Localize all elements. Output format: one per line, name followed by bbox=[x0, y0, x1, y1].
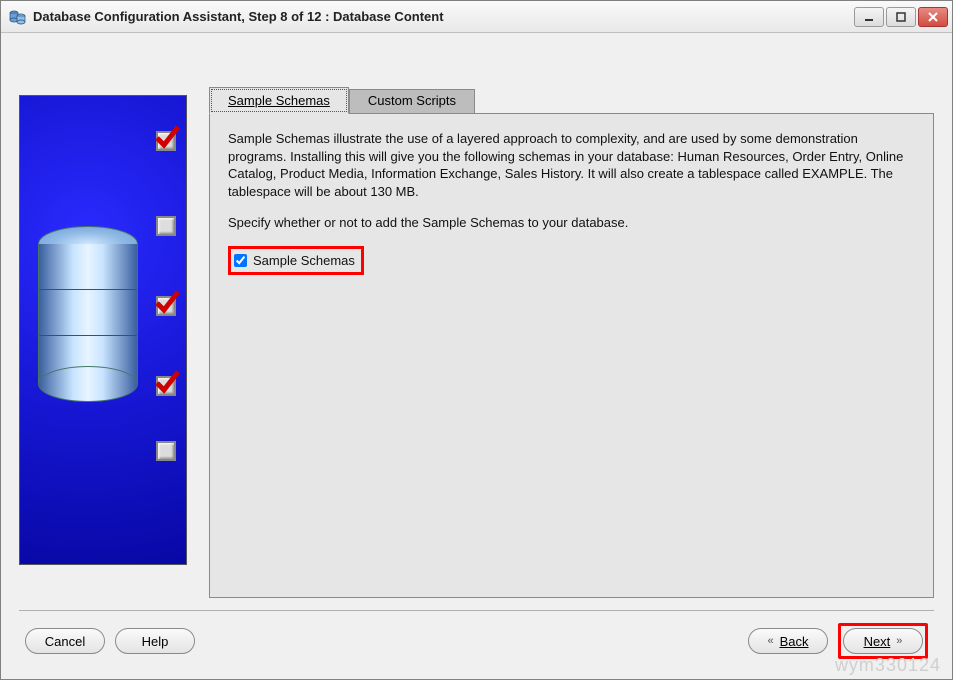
button-label: Cancel bbox=[45, 634, 85, 649]
tab-sample-schemas[interactable]: Sample Schemas bbox=[209, 87, 349, 114]
main-area: Sample Schemas Custom Scripts Sample Sch… bbox=[209, 87, 934, 598]
chevron-right-icon: » bbox=[896, 635, 902, 647]
content-row: Sample Schemas Custom Scripts Sample Sch… bbox=[19, 47, 934, 598]
dialog-window: Database Configuration Assistant, Step 8… bbox=[0, 0, 953, 680]
window-title: Database Configuration Assistant, Step 8… bbox=[33, 9, 854, 24]
next-button[interactable]: Next » bbox=[843, 628, 923, 654]
tab-custom-scripts[interactable]: Custom Scripts bbox=[349, 89, 475, 114]
step-indicator-2 bbox=[156, 216, 176, 236]
window-controls bbox=[854, 7, 948, 27]
checkbox-label: Sample Schemas bbox=[253, 252, 355, 270]
checkmark-icon bbox=[154, 124, 180, 150]
help-button[interactable]: Help bbox=[115, 628, 195, 654]
footer: Cancel Help « Back Next » wym330124 bbox=[19, 621, 934, 669]
app-icon bbox=[9, 8, 27, 26]
button-label: Help bbox=[142, 634, 169, 649]
sample-schemas-checkbox-wrap[interactable]: Sample Schemas bbox=[228, 246, 364, 276]
description-text: Sample Schemas illustrate the use of a l… bbox=[228, 130, 915, 200]
button-label: Back bbox=[780, 634, 809, 649]
footer-separator bbox=[19, 610, 934, 611]
minimize-button[interactable] bbox=[854, 7, 884, 27]
titlebar: Database Configuration Assistant, Step 8… bbox=[1, 1, 952, 33]
prompt-text: Specify whether or not to add the Sample… bbox=[228, 214, 915, 232]
close-button[interactable] bbox=[918, 7, 948, 27]
back-button[interactable]: « Back bbox=[748, 628, 828, 654]
dialog-body: Sample Schemas Custom Scripts Sample Sch… bbox=[1, 33, 952, 679]
checkmark-icon bbox=[154, 369, 180, 395]
tab-panel: Sample Schemas illustrate the use of a l… bbox=[209, 113, 934, 598]
tab-label: Custom Scripts bbox=[368, 93, 456, 108]
button-label: Next bbox=[864, 634, 891, 649]
wizard-sidebar-image bbox=[19, 95, 187, 565]
chevron-left-icon: « bbox=[767, 635, 773, 647]
tab-label: Sample Schemas bbox=[228, 93, 330, 108]
cancel-button[interactable]: Cancel bbox=[25, 628, 105, 654]
step-indicator-5 bbox=[156, 441, 176, 461]
database-cylinder-icon bbox=[38, 226, 138, 402]
tab-bar: Sample Schemas Custom Scripts bbox=[209, 87, 934, 114]
sample-schemas-checkbox[interactable] bbox=[234, 254, 247, 267]
maximize-button[interactable] bbox=[886, 7, 916, 27]
next-button-highlight: Next » bbox=[838, 623, 928, 659]
checkmark-icon bbox=[154, 289, 180, 315]
